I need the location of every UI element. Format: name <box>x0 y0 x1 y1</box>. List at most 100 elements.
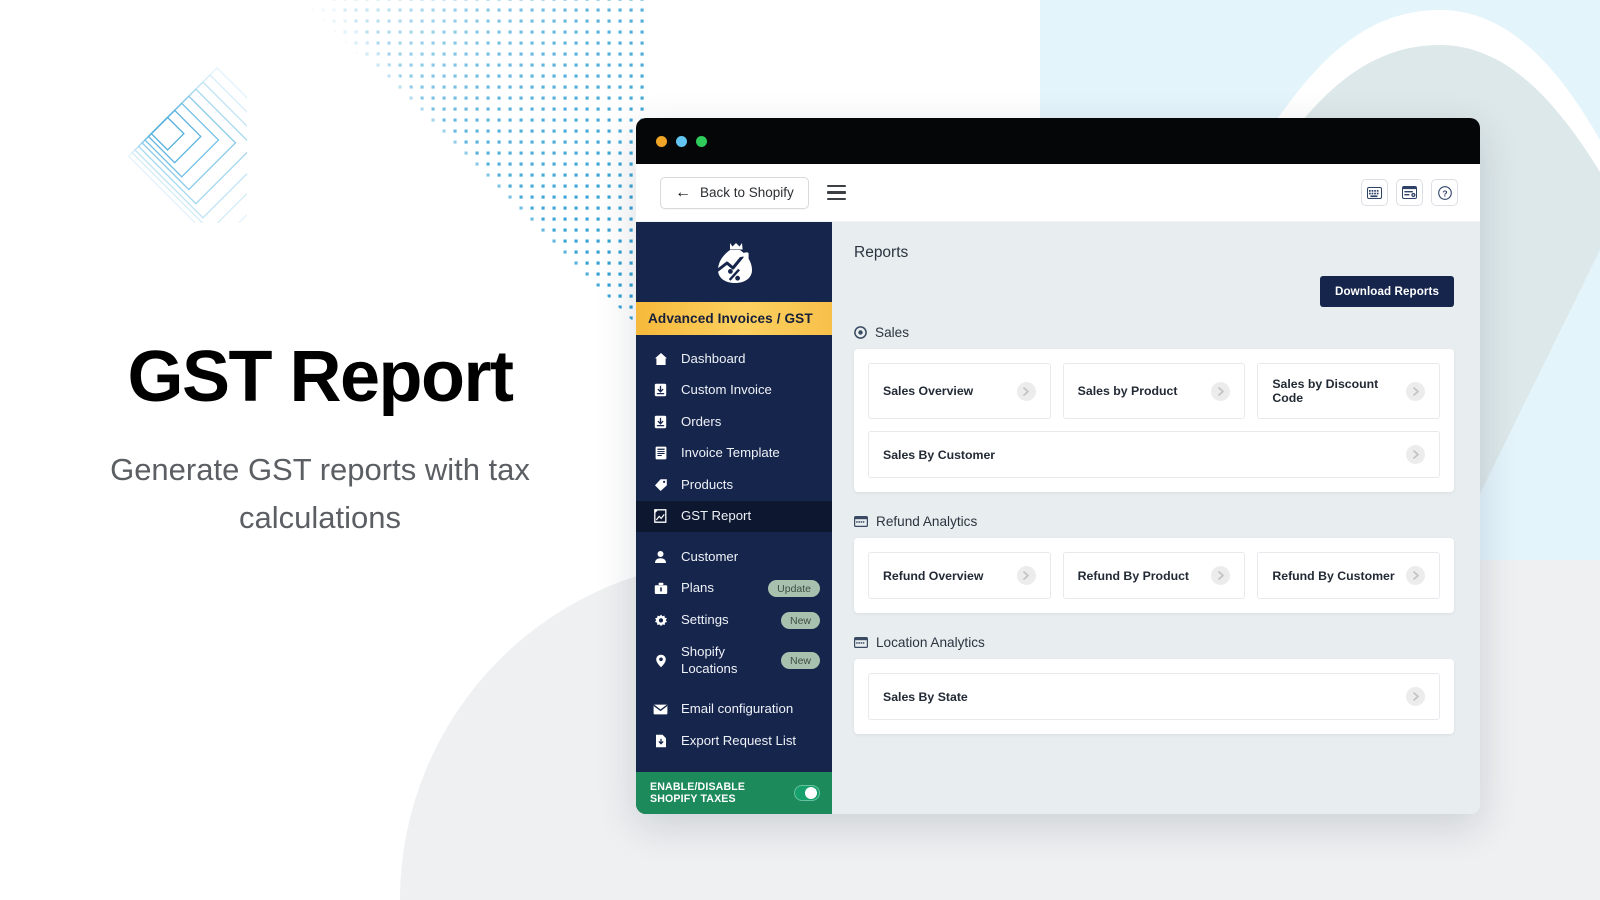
sidebar-item-settings[interactable]: Settings New <box>636 605 832 637</box>
report-card-sales-by-state[interactable]: Sales By State <box>868 673 1440 720</box>
sidebar-item-invoice-template[interactable]: Invoice Template <box>636 438 832 470</box>
report-card-label: Sales by Product <box>1077 384 1178 398</box>
hamburger-menu-icon[interactable] <box>826 184 846 201</box>
sidebar-item-shopify-locations[interactable]: Shopify Locations New <box>636 637 832 685</box>
sidebar-item-customer[interactable]: Customer <box>636 541 832 573</box>
invoice-download-icon <box>652 415 669 429</box>
sidebar-item-label: Plans <box>681 580 714 596</box>
sidebar-item-label: Shopify Locations <box>681 644 738 676</box>
section-header-refund-analytics: Refund Analytics <box>854 514 1454 529</box>
sidebar-item-label: Export Request List <box>681 732 797 748</box>
report-image-icon <box>652 509 669 524</box>
sidebar-item-label: GST Report <box>681 508 752 523</box>
back-to-shopify-label: Back to Shopify <box>700 185 794 200</box>
chevron-right-icon <box>1406 687 1425 706</box>
window-titlebar <box>636 118 1480 164</box>
location-pin-icon <box>652 654 669 668</box>
report-card-sales-by-customer[interactable]: Sales By Customer <box>868 431 1440 478</box>
window-control-minimize[interactable] <box>676 135 687 147</box>
diamond-decoration <box>62 38 247 223</box>
chevron-right-icon <box>1211 381 1231 401</box>
refund-analytics-panel: Refund Overview Refund By Product Refund… <box>854 538 1454 613</box>
shopify-taxes-label: ENABLE/DISABLE SHOPIFY TAXES <box>650 781 746 805</box>
promo-title: GST Report <box>127 337 514 417</box>
help-icon[interactable]: ? <box>1431 179 1458 206</box>
download-reports-button[interactable]: Download Reports <box>1319 276 1454 307</box>
window-control-close[interactable] <box>656 135 667 147</box>
sidebar-item-plans[interactable]: Plans Update <box>636 573 832 605</box>
sidebar-item-dashboard[interactable]: Dashboard <box>636 343 832 375</box>
sidebar-item-export-request-list[interactable]: Export Request List <box>636 725 832 757</box>
sidebar-item-orders[interactable]: Orders <box>636 406 832 438</box>
brand-title: Advanced Invoices / GST <box>636 302 832 335</box>
section-header-sales: Sales <box>854 325 1454 340</box>
sidebar-badge-new: New <box>780 612 820 629</box>
user-icon <box>652 550 669 564</box>
report-card-refund-by-customer[interactable]: Refund By Customer <box>1257 552 1441 599</box>
chevron-right-icon <box>1211 566 1231 585</box>
sidebar-item-email-configuration[interactable]: Email configuration <box>636 694 832 726</box>
report-card-sales-by-discount-code[interactable]: Sales by Discount Code <box>1257 363 1441 419</box>
keyboard-icon[interactable] <box>1361 179 1388 206</box>
card-icon <box>854 637 868 648</box>
sidebar-nav: Dashboard Custom Invoice Orders Invoice … <box>636 335 832 772</box>
briefcase-icon <box>652 582 669 595</box>
promo-banner: GST Report Generate GST reports with tax… <box>0 0 1600 900</box>
sidebar-item-products[interactable]: Products <box>636 469 832 501</box>
chevron-right-icon <box>1406 381 1426 401</box>
gear-icon <box>652 614 669 628</box>
sidebar-item-label: Settings <box>681 612 729 628</box>
report-card-refund-by-product[interactable]: Refund By Product <box>1062 552 1246 599</box>
sidebar-item-label: Custom Invoice <box>681 382 772 397</box>
card-icon <box>854 516 868 527</box>
card-row: Refund Overview Refund By Product Refund… <box>868 552 1441 599</box>
promo-text-block: GST Report Generate GST reports with tax… <box>0 337 640 542</box>
invoice-download-icon <box>652 383 669 397</box>
window-control-maximize[interactable] <box>696 135 707 147</box>
report-card-sales-by-product[interactable]: Sales by Product <box>1062 363 1246 419</box>
chevron-right-icon <box>1016 381 1036 401</box>
sales-panel: Sales Overview Sales by Product Sales by… <box>854 349 1454 492</box>
report-card-label: Sales Overview <box>883 384 974 398</box>
location-analytics-panel: Sales By State <box>854 659 1454 734</box>
envelope-icon <box>652 704 669 715</box>
report-card-label: Refund By Customer <box>1272 568 1395 583</box>
money-bag-growth-icon <box>716 243 752 283</box>
card-row: Sales Overview Sales by Product Sales by… <box>868 363 1441 419</box>
card-row: Sales By Customer <box>868 431 1440 478</box>
section-title: Sales <box>875 325 910 340</box>
document-template-icon <box>652 446 669 460</box>
back-to-shopify-button[interactable]: ← Back to Shopify <box>660 176 809 209</box>
sidebar-badge-update: Update <box>768 580 820 597</box>
report-card-label: Refund By Product <box>1077 568 1190 583</box>
chevron-right-icon <box>1016 566 1036 585</box>
shopify-taxes-toggle[interactable] <box>793 784 820 802</box>
report-card-refund-overview[interactable]: Refund Overview <box>868 552 1051 599</box>
report-card-sales-overview[interactable]: Sales Overview <box>868 363 1051 419</box>
report-card-label: Refund Overview <box>883 568 984 583</box>
section-header-location-analytics: Location Analytics <box>854 635 1454 650</box>
sidebar-item-custom-invoice[interactable]: Custom Invoice <box>636 375 832 407</box>
card-row: Sales By State <box>868 673 1440 720</box>
sidebar-item-label: Orders <box>681 413 722 429</box>
home-icon <box>652 352 669 366</box>
sidebar-item-label: Customer <box>681 548 739 564</box>
chevron-right-icon <box>1406 445 1425 464</box>
tag-icon <box>652 478 669 492</box>
report-card-label: Sales by Discount Code <box>1272 377 1379 405</box>
settings-panel-icon[interactable] <box>1396 179 1423 206</box>
sidebar-item-label: Products <box>681 476 734 492</box>
dot-pattern-decoration <box>296 0 646 334</box>
app-window: ← Back to Shopify ? Advanced Invoices / … <box>636 118 1480 814</box>
sidebar-item-gst-report[interactable]: GST Report <box>636 500 832 532</box>
sidebar-badge-new: New <box>780 652 820 669</box>
clock-icon <box>854 326 867 339</box>
report-card-label: Sales By Customer <box>883 447 996 462</box>
app-logo <box>636 222 832 302</box>
app-topbar: ← Back to Shopify ? <box>636 164 1480 222</box>
reports-content: Reports Download Reports Sales Sales Ove… <box>832 222 1480 814</box>
back-arrow-icon: ← <box>675 183 691 201</box>
sidebar-item-label: Invoice Template <box>681 445 780 460</box>
